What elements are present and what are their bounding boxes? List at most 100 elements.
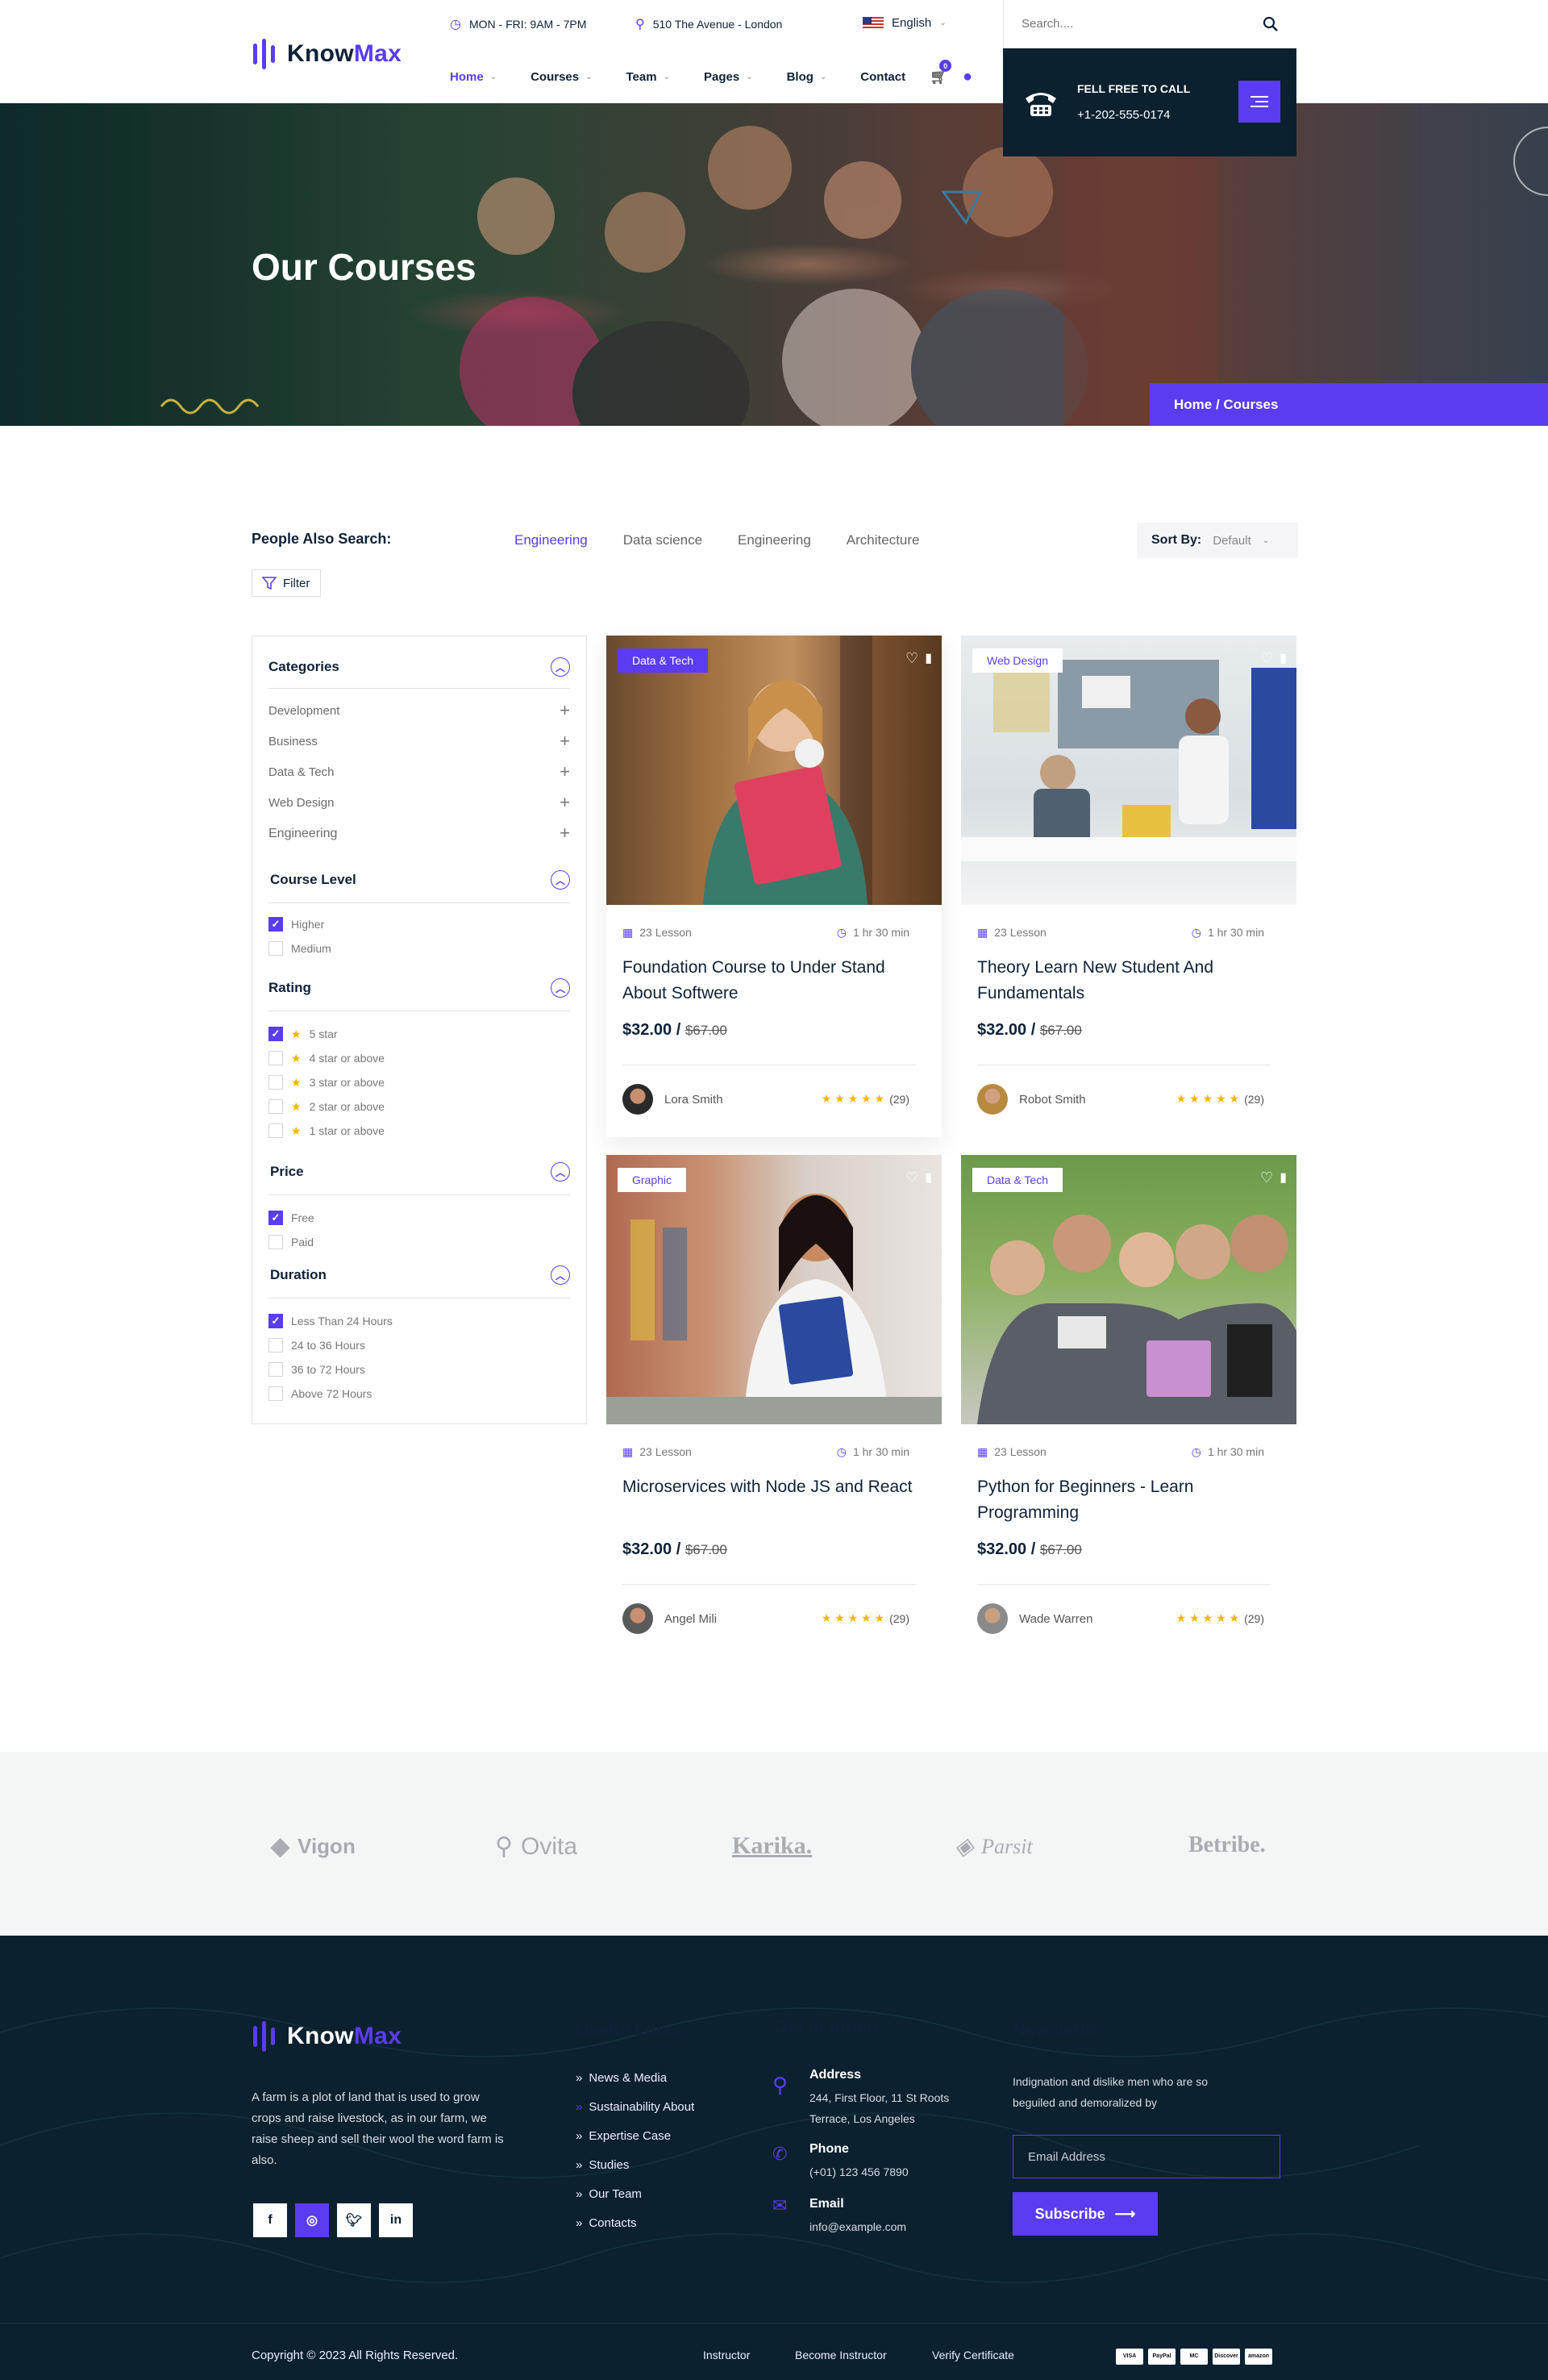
footer-link[interactable]: » Expertise Case xyxy=(576,2129,671,2143)
heart-icon[interactable]: ♡ xyxy=(905,650,918,667)
level-option[interactable]: ✓ Higher xyxy=(268,917,324,932)
shopping-bag-icon[interactable]: ▮ xyxy=(1280,1169,1287,1186)
category-item[interactable]: Development + xyxy=(268,702,570,719)
chevron-up-icon[interactable]: ︿ xyxy=(551,978,570,998)
rating-option[interactable]: ★ 4 star or above xyxy=(268,1051,385,1065)
nav-home[interactable]: Home ⌄ xyxy=(450,68,497,86)
search-tag[interactable]: Architecture xyxy=(847,532,920,548)
footer-link[interactable]: » Sustainability About xyxy=(576,2100,694,2114)
newsletter-email-input[interactable] xyxy=(1013,2135,1280,2178)
instagram-button[interactable]: ◎ xyxy=(295,2203,329,2237)
course-title[interactable]: Microservices with Node JS and React xyxy=(622,1474,913,1500)
subscribe-button[interactable]: Subscribe ⟶ xyxy=(1013,2192,1158,2236)
linkedin-button[interactable]: in xyxy=(379,2203,413,2237)
categories-header[interactable]: Categories ︿ xyxy=(268,657,570,677)
heart-icon[interactable]: ♡ xyxy=(1260,1169,1273,1186)
chevron-up-icon[interactable]: ︿ xyxy=(551,1162,570,1182)
nav-blog[interactable]: Blog ⌄ xyxy=(787,68,827,86)
search-tag[interactable]: Engineering xyxy=(738,532,811,548)
facebook-button[interactable]: f xyxy=(253,2203,287,2237)
heart-icon[interactable]: ♡ xyxy=(905,1169,918,1186)
rating-option[interactable]: ★ 2 star or above xyxy=(268,1099,385,1114)
call-phone[interactable]: +1-202-555-0174 xyxy=(1077,108,1171,122)
shopping-bag-icon[interactable]: ▮ xyxy=(1280,650,1287,667)
course-image[interactable] xyxy=(961,636,1296,905)
course-card[interactable]: Data & Tech ♡ ▮ ▦ 23 Lesson ◷ 1 hr 30 min Py… xyxy=(961,1155,1296,1657)
duration-option[interactable]: Above 72 Hours xyxy=(268,1386,372,1401)
course-card[interactable]: Data & Tech ♡ ▮ ▦ 23 Lesson ◷ 1 hr 30 min Fo… xyxy=(606,636,942,1137)
nav-contact[interactable]: Contact xyxy=(860,68,905,86)
category-badge[interactable]: Data & Tech xyxy=(972,1168,1063,1192)
price-option[interactable]: ✓ Free xyxy=(268,1211,314,1225)
nav-team[interactable]: Team ⌄ xyxy=(626,68,670,86)
shopping-bag-icon[interactable]: ▮ xyxy=(925,650,932,667)
course-title[interactable]: Theory Learn New Student And Fundamental… xyxy=(977,955,1267,1007)
category-item[interactable]: Engineering + xyxy=(268,824,570,842)
partner-logo-ovita[interactable]: ⚲ Ovita xyxy=(495,1832,577,1861)
course-card[interactable]: Graphic ♡ ▮ ▦ 23 Lesson ◷ 1 hr 30 min Micros… xyxy=(606,1155,942,1657)
price-header[interactable]: Price ︿ xyxy=(270,1162,570,1182)
course-title[interactable]: Python for Beginners - Learn Programming xyxy=(977,1474,1267,1526)
course-author[interactable]: Angel Mili xyxy=(622,1603,717,1634)
course-author[interactable]: Wade Warren xyxy=(977,1603,1092,1634)
search-icon[interactable] xyxy=(1263,16,1279,32)
category-badge[interactable]: Graphic xyxy=(618,1168,687,1192)
category-item[interactable]: Web Design + xyxy=(268,794,570,811)
category-badge[interactable]: Web Design xyxy=(972,648,1063,673)
shopping-bag-icon[interactable]: ▮ xyxy=(925,1169,932,1186)
duration-option[interactable]: 24 to 36 Hours xyxy=(268,1338,365,1353)
duration-option[interactable]: 36 to 72 Hours xyxy=(268,1362,365,1377)
account-button[interactable]: ● xyxy=(963,68,972,86)
rating-option[interactable]: ★ 3 star or above xyxy=(268,1075,385,1090)
chevron-up-icon[interactable]: ︿ xyxy=(551,657,570,677)
course-author[interactable]: Robot Smith xyxy=(977,1084,1086,1115)
duration-option[interactable]: ✓ Less Than 24 Hours xyxy=(268,1314,393,1328)
email-text[interactable]: info@example.com xyxy=(809,2216,906,2237)
phone-text[interactable]: (+01) 123 456 7890 xyxy=(809,2161,909,2182)
partner-logo-parsit[interactable]: ◈ Parsit xyxy=(955,1832,1033,1861)
category-item[interactable]: Data & Tech + xyxy=(268,763,570,781)
cart-button[interactable]: 🛒︎ 0 xyxy=(930,60,952,86)
course-image[interactable] xyxy=(606,1155,942,1424)
rating-option[interactable]: ✓ ★ 5 star xyxy=(268,1027,338,1041)
category-badge[interactable]: Data & Tech xyxy=(618,648,709,673)
sort-dropdown[interactable]: Sort By: Default ⌄ xyxy=(1137,523,1298,558)
course-author[interactable]: Lora Smith xyxy=(622,1084,723,1115)
level-option[interactable]: Medium xyxy=(268,941,331,956)
category-item[interactable]: Business + xyxy=(268,732,570,750)
chevron-up-icon[interactable]: ︿ xyxy=(551,1265,570,1285)
footer-link[interactable]: » Studies xyxy=(576,2158,629,2172)
twitter-button[interactable]: 🐦︎ xyxy=(337,2203,371,2237)
brand-logo[interactable]: KnowMax xyxy=(252,37,402,71)
rating-option[interactable]: ★ 1 star or above xyxy=(268,1123,385,1138)
filter-button[interactable]: Filter xyxy=(252,569,321,597)
level-header[interactable]: Course Level ︿ xyxy=(270,870,570,890)
search-tag[interactable]: Data science xyxy=(623,532,702,548)
language-selector[interactable]: English ⌄ xyxy=(863,16,947,30)
search-tag[interactable]: Engineering xyxy=(514,532,588,548)
course-title[interactable]: Foundation Course to Under Stand About S… xyxy=(622,955,913,1007)
footer-bottom-link[interactable]: Verify Certificate xyxy=(932,2349,1014,2361)
course-image[interactable] xyxy=(961,1155,1296,1424)
duration-header[interactable]: Duration ︿ xyxy=(270,1265,570,1285)
breadcrumb[interactable]: Home / Courses xyxy=(1150,383,1548,426)
nav-courses[interactable]: Courses ⌄ xyxy=(531,68,592,86)
partner-logo-karika[interactable]: Karika. xyxy=(732,1832,812,1860)
partner-logo-vigon[interactable]: ◆ Vigon xyxy=(271,1832,356,1861)
partner-logo-betribe[interactable]: Betribe. xyxy=(1188,1832,1266,1858)
footer-bottom-link[interactable]: Instructor xyxy=(703,2349,750,2361)
menu-toggle-button[interactable] xyxy=(1238,81,1280,123)
chevron-up-icon[interactable]: ︿ xyxy=(551,870,570,890)
rating-header[interactable]: Rating ︿ xyxy=(268,978,570,998)
heart-icon[interactable]: ♡ xyxy=(1260,650,1273,667)
footer-logo[interactable]: KnowMax xyxy=(252,2019,402,2053)
footer-link[interactable]: » Contacts xyxy=(576,2216,637,2230)
search-input[interactable] xyxy=(1022,17,1263,31)
price-option[interactable]: Paid xyxy=(268,1235,314,1249)
course-card[interactable]: Web Design ♡ ▮ ▦ 23 Lesson ◷ 1 hr 30 min The… xyxy=(961,636,1296,1137)
footer-bottom-link[interactable]: Become Instructor xyxy=(795,2349,887,2361)
footer-link[interactable]: » News & Media xyxy=(576,2071,667,2085)
course-image[interactable] xyxy=(606,636,942,905)
nav-pages[interactable]: Pages ⌄ xyxy=(704,68,753,86)
footer-link[interactable]: » Our Team xyxy=(576,2187,642,2201)
